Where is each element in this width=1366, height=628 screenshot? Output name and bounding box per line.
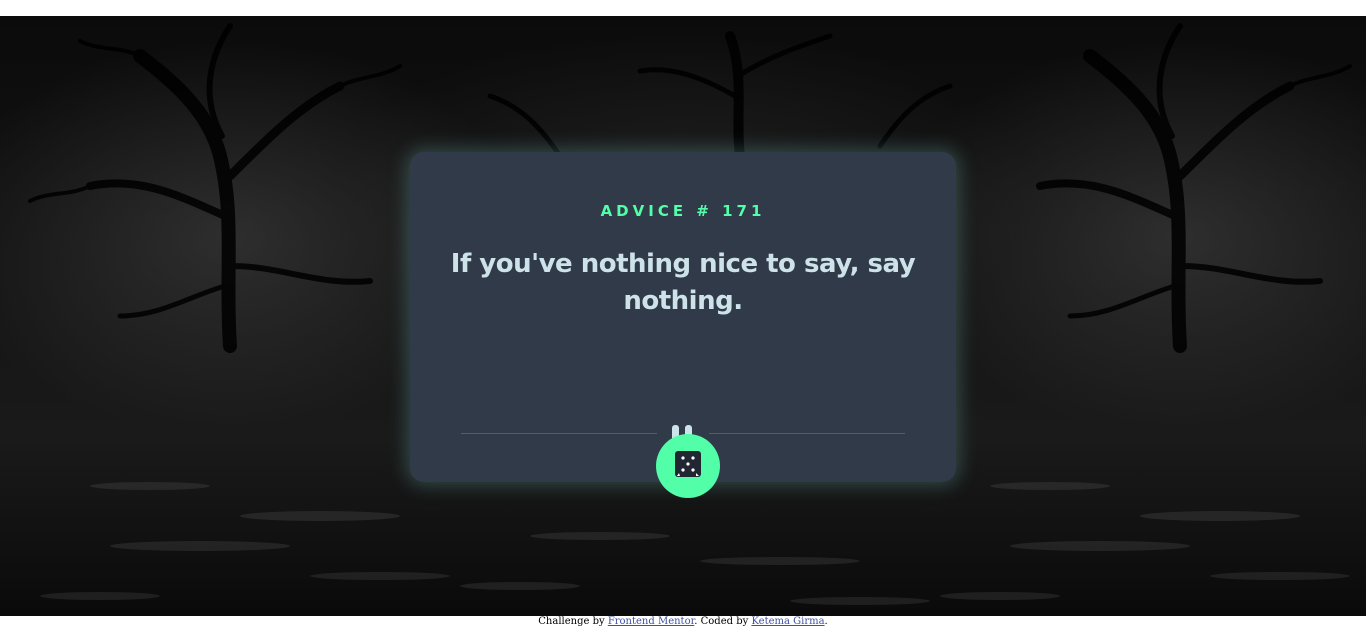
divider-left xyxy=(461,433,657,434)
attribution-footer: Challenge by Frontend Mentor. Coded by K… xyxy=(0,616,1366,628)
background-scene: ADVICE # 171 If you've nothing nice to s… xyxy=(0,16,1366,616)
footer-suffix: . xyxy=(824,616,828,627)
divider-right xyxy=(709,433,905,434)
frontend-mentor-link[interactable]: Frontend Mentor xyxy=(608,616,694,627)
footer-middle: . Coded by xyxy=(694,616,752,627)
dice-icon xyxy=(675,451,701,477)
footer-prefix: Challenge by xyxy=(538,616,608,627)
generate-advice-button[interactable] xyxy=(656,434,720,498)
author-link[interactable]: Ketema Girma xyxy=(751,616,824,627)
advice-text: If you've nothing nice to say, say nothi… xyxy=(450,249,916,316)
advice-card: ADVICE # 171 If you've nothing nice to s… xyxy=(410,152,956,482)
advice-heading: ADVICE # 171 xyxy=(600,202,766,220)
